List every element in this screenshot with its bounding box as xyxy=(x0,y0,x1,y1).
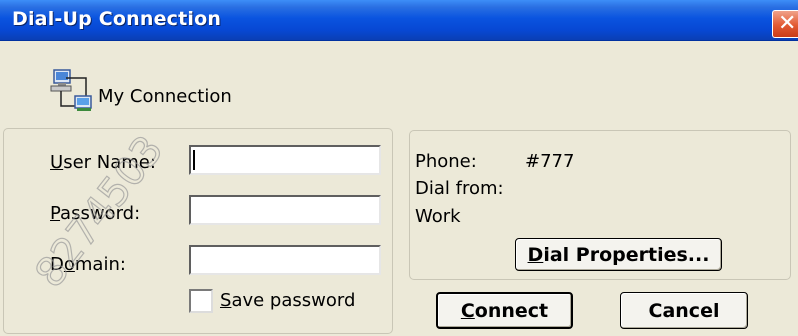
text-caret xyxy=(193,150,195,170)
dial-properties-button[interactable]: Dial Properties... xyxy=(515,238,722,271)
save-password-label[interactable]: Save password xyxy=(220,290,355,311)
phone-value: #777 xyxy=(525,151,575,172)
close-button[interactable]: ✕ xyxy=(772,10,798,38)
domain-label: Domain: xyxy=(50,254,126,275)
dial-from-value: Work xyxy=(415,206,461,227)
title-bar[interactable]: Dial-Up Connection ✕ xyxy=(0,0,798,41)
close-icon: ✕ xyxy=(778,11,797,36)
save-password-checkbox[interactable] xyxy=(189,289,213,313)
username-label: User Name: xyxy=(50,152,156,173)
password-label: Password: xyxy=(50,203,141,224)
username-input[interactable] xyxy=(189,145,381,175)
password-input[interactable] xyxy=(189,195,381,225)
connect-button[interactable]: Connect xyxy=(436,292,573,329)
dial-from-label: Dial from: xyxy=(415,178,504,199)
network-computers-icon xyxy=(50,69,92,111)
domain-input[interactable] xyxy=(189,245,381,275)
connection-name: My Connection xyxy=(98,86,232,107)
window-title: Dial-Up Connection xyxy=(12,8,222,30)
cancel-button[interactable]: Cancel xyxy=(620,292,748,329)
phone-label: Phone: xyxy=(415,151,477,172)
